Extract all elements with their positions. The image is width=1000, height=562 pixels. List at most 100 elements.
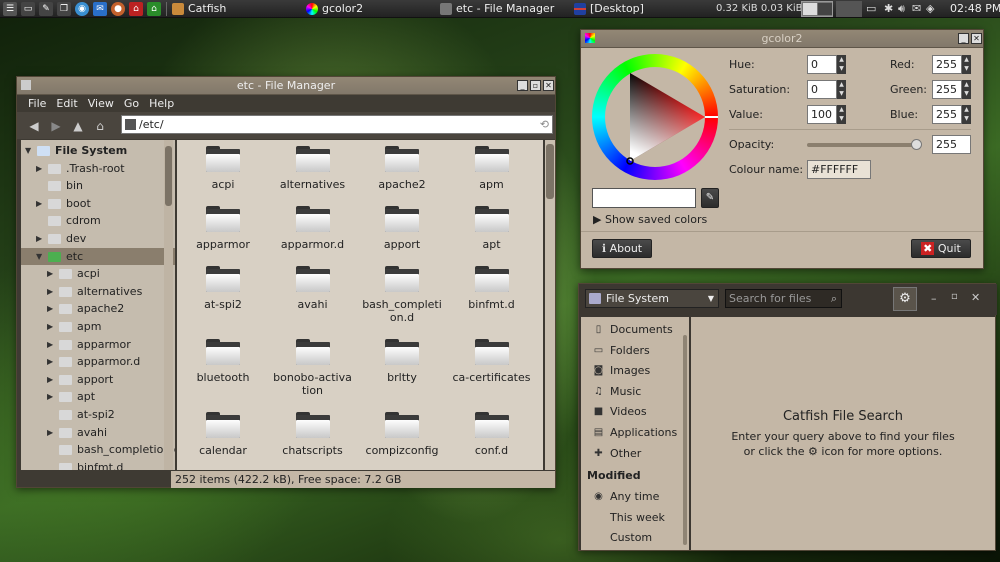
modified-option[interactable]: Custom	[581, 529, 685, 547]
tree-item[interactable]: ▶ alternatives	[21, 283, 175, 300]
browser-icon[interactable]: ◉	[75, 2, 89, 16]
folder-item[interactable]: conf.d	[448, 408, 536, 457]
tree-item[interactable]: bin	[21, 177, 175, 194]
red-stepper[interactable]: ▲ ▼	[962, 55, 971, 74]
about-button[interactable]: ℹ About	[592, 239, 652, 258]
tree-item[interactable]: ▶ dev	[21, 230, 175, 247]
sidebar-item-applications[interactable]: ▤ Applications	[581, 424, 685, 442]
home-icon[interactable]: ⌂	[147, 2, 161, 16]
folder-item[interactable]: apparmor.d	[269, 202, 357, 251]
folder-item[interactable]: at-spi2	[179, 262, 267, 311]
hue-ring[interactable]	[592, 54, 718, 180]
maximize-button[interactable]: ▫	[951, 291, 958, 302]
expander-closed-icon[interactable]: ▶	[47, 265, 53, 282]
up-arrow-icon[interactable]: ▲	[67, 115, 89, 137]
folder-item[interactable]: bash_completion.d	[358, 262, 446, 324]
clear-location-icon[interactable]: ⟲	[540, 116, 549, 133]
mail-indicator-icon[interactable]: ✉	[912, 0, 921, 18]
email-icon[interactable]: ✉	[93, 2, 107, 16]
green-stepper[interactable]: ▲ ▼	[962, 80, 971, 99]
bluetooth-icon[interactable]: ✱	[884, 0, 893, 18]
location-selector[interactable]: File System ▼	[585, 289, 719, 308]
minimize-button[interactable]: –	[931, 292, 937, 305]
taskbar-item-gcolor2[interactable]: gcolor2	[304, 0, 363, 18]
eyedropper-button[interactable]: ✎	[701, 188, 719, 208]
tree-item[interactable]: bash_completion.d	[21, 441, 175, 458]
sidebar-item-documents[interactable]: ▯ Documents	[581, 321, 685, 339]
ubuntu-software-icon[interactable]: ⌂	[129, 2, 143, 16]
expander-closed-icon[interactable]: ▶	[47, 424, 53, 441]
saturation-input[interactable]: 0	[807, 80, 837, 99]
expander-closed-icon[interactable]: ▶	[36, 230, 42, 247]
menu-edit[interactable]: Edit	[51, 95, 82, 112]
tree-item[interactable]: at-spi2	[21, 406, 175, 423]
menu-file[interactable]: File	[23, 95, 51, 112]
folder-item[interactable]: acpi	[179, 142, 267, 191]
tree-item[interactable]: cdrom	[21, 212, 175, 229]
menu-view[interactable]: View	[83, 95, 119, 112]
folder-item[interactable]: alternatives	[269, 142, 357, 191]
clock[interactable]: 02:48 PM	[950, 0, 1000, 18]
folder-item[interactable]: calendar	[179, 408, 267, 457]
colour-name-input[interactable]: #FFFFFF	[807, 160, 871, 179]
tree-item[interactable]: ▶ avahi	[21, 424, 175, 441]
copy-icon[interactable]: ❐	[57, 2, 71, 16]
minimize-button[interactable]: _	[958, 33, 969, 44]
close-button[interactable]: ✕	[971, 33, 982, 44]
workspace-2[interactable]	[818, 3, 832, 15]
taskbar-item-file-manager[interactable]: etc - File Manager	[438, 0, 554, 18]
expander-closed-icon[interactable]: ▶	[47, 388, 53, 405]
menu-help[interactable]: Help	[144, 95, 179, 112]
close-button[interactable]: ✕	[971, 291, 980, 304]
home-icon[interactable]: ⌂	[89, 115, 111, 137]
sv-triangle[interactable]	[592, 54, 718, 180]
hue-input[interactable]: 0	[807, 55, 837, 74]
catfish-header-bar[interactable]: File System ▼ Search for files ⌕ ⚙ – ▫ ✕	[579, 284, 997, 315]
wifi-icon[interactable]: ◈	[926, 0, 934, 18]
scrollbar-thumb[interactable]	[165, 146, 172, 206]
folder-item[interactable]: binfmt.d	[448, 262, 536, 311]
sidebar-item-videos[interactable]: ■ Videos	[581, 403, 685, 421]
gear-icon[interactable]: ⚙	[893, 287, 917, 311]
forward-arrow-icon[interactable]: ▶	[45, 115, 67, 137]
file-manager-titlebar[interactable]: etc - File Manager _ ▫ ✕	[17, 77, 555, 95]
expander-closed-icon[interactable]: ▶	[47, 371, 53, 388]
tree-item[interactable]: ▶ apport	[21, 371, 175, 388]
tree-item[interactable]: ▶ apparmor	[21, 336, 175, 353]
modified-option[interactable]: This week	[581, 509, 685, 527]
close-button[interactable]: ✕	[543, 80, 554, 91]
tree-item[interactable]: ▶ apparmor.d	[21, 353, 175, 370]
folder-item[interactable]: bluetooth	[179, 335, 267, 384]
tree-item[interactable]: ▼ File System	[21, 142, 175, 159]
folder-item[interactable]: ca-certificates	[448, 335, 536, 384]
tree-item[interactable]: binfmt.d	[21, 459, 175, 470]
expander-closed-icon[interactable]: ▶	[47, 318, 53, 335]
opacity-input[interactable]: 255	[932, 135, 971, 154]
green-input[interactable]: 255	[932, 80, 962, 99]
folder-item[interactable]: compizconfig	[358, 408, 446, 457]
expander-closed-icon[interactable]: ▶	[36, 160, 42, 177]
expander-closed-icon[interactable]: ▶	[36, 195, 42, 212]
tree-item[interactable]: ▶ apt	[21, 388, 175, 405]
volume-icon[interactable]: 🔊︎	[898, 0, 905, 18]
grid-scrollbar[interactable]	[545, 140, 555, 470]
menu-go[interactable]: Go	[119, 95, 144, 112]
folder-item[interactable]: avahi	[269, 262, 357, 311]
saturation-stepper[interactable]: ▲ ▼	[837, 80, 846, 99]
expander-open-icon[interactable]: ▼	[36, 248, 42, 265]
back-arrow-icon[interactable]: ◀	[23, 115, 45, 137]
scrollbar-thumb[interactable]	[546, 144, 554, 199]
radio-selected-icon[interactable]: ◉	[593, 492, 604, 502]
tree-item[interactable]: ▶ acpi	[21, 265, 175, 282]
folder-item[interactable]: apt	[448, 202, 536, 251]
tree-scrollbar[interactable]	[164, 140, 173, 470]
folder-item[interactable]: brltty	[358, 335, 446, 384]
sidebar-item-music[interactable]: ♫ Music	[581, 383, 685, 401]
battery-icon[interactable]: ▭	[866, 0, 876, 18]
tree-item[interactable]: ▶ .Trash-root	[21, 160, 175, 177]
workspace-1[interactable]	[803, 3, 817, 15]
show-saved-colors[interactable]: ▶ Show saved colors	[593, 213, 707, 226]
value-stepper[interactable]: ▲ ▼	[837, 105, 846, 124]
opacity-slider-handle[interactable]	[911, 139, 922, 150]
folder-item[interactable]: apparmor	[179, 202, 267, 251]
